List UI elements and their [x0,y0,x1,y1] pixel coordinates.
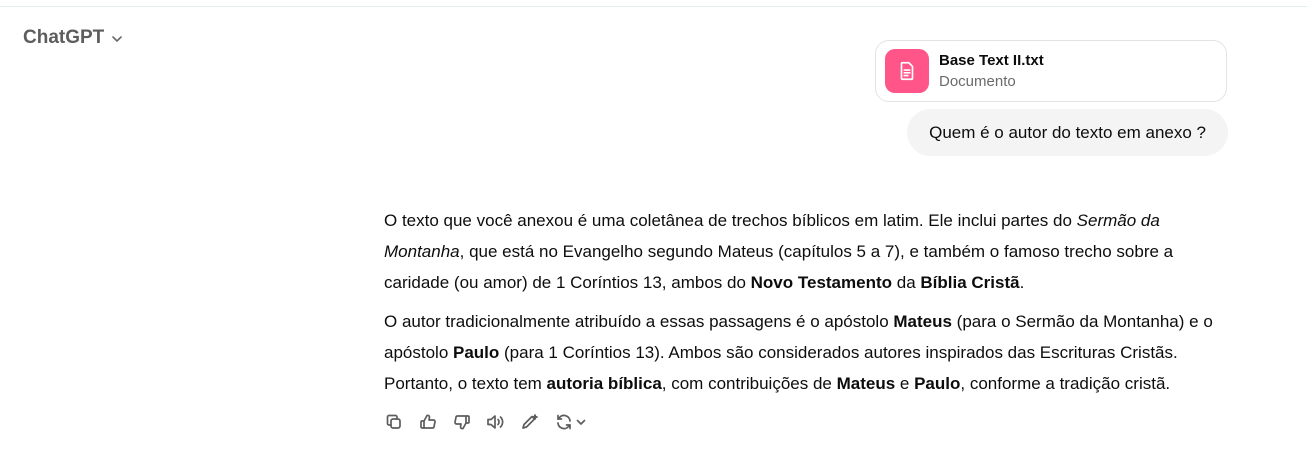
assistant-paragraph: O texto que você anexou é uma coletânea … [384,205,1234,298]
user-message-text: Quem é o autor do texto em anexo ? [929,122,1206,142]
model-selector[interactable]: ChatGPT [23,24,124,52]
good-response-button[interactable] [418,411,438,433]
bad-response-button[interactable] [452,411,472,433]
bold-text: Mateus [893,312,952,331]
bold-text: Paulo [453,343,500,362]
attachment-card[interactable]: Base Text II.txt Documento [875,40,1227,102]
thumbs-up-icon [420,414,436,429]
bold-text: Bíblia Cristã [920,273,1020,292]
top-divider [0,0,1307,7]
read-aloud-icon [487,415,504,429]
user-message-bubble: Quem é o autor do texto em anexo ? [907,109,1228,156]
chevron-down-icon [112,36,123,42]
attachment-file-type: Documento [939,73,1016,90]
text-run: e [895,374,915,393]
bold-text: Novo Testamento [750,273,893,292]
regenerate-button[interactable] [554,411,588,433]
read-aloud-button[interactable] [486,411,506,433]
regenerate-icon [557,414,571,430]
copy-button[interactable] [384,411,404,433]
model-name: ChatGPT [23,27,105,48]
attachment-file-name: Base Text II.txt [939,52,1044,69]
message-action-bar [384,411,588,433]
text-run: O autor tradicionalmente atribuído a ess… [384,312,894,331]
chevron-down-icon [576,419,586,425]
thumbs-down-icon [454,415,470,430]
bold-text: Paulo [914,374,961,393]
edit-icon [522,414,538,429]
text-run: , com contribuições de [661,374,837,393]
text-run: O texto que você anexou é uma coletânea … [384,211,1077,230]
text-run: da [892,273,921,292]
bold-text: autoria bíblica [546,374,662,393]
document-icon [885,49,929,93]
assistant-message: O texto que você anexou é uma coletânea … [384,205,1234,407]
text-run: . [1019,273,1025,292]
bold-text: Mateus [836,374,896,393]
edit-in-canvas-button[interactable] [520,411,540,433]
text-run: , conforme a tradição cristã. [960,374,1171,393]
copy-icon [386,414,401,429]
assistant-paragraph: O autor tradicionalmente atribuído a ess… [384,306,1234,399]
